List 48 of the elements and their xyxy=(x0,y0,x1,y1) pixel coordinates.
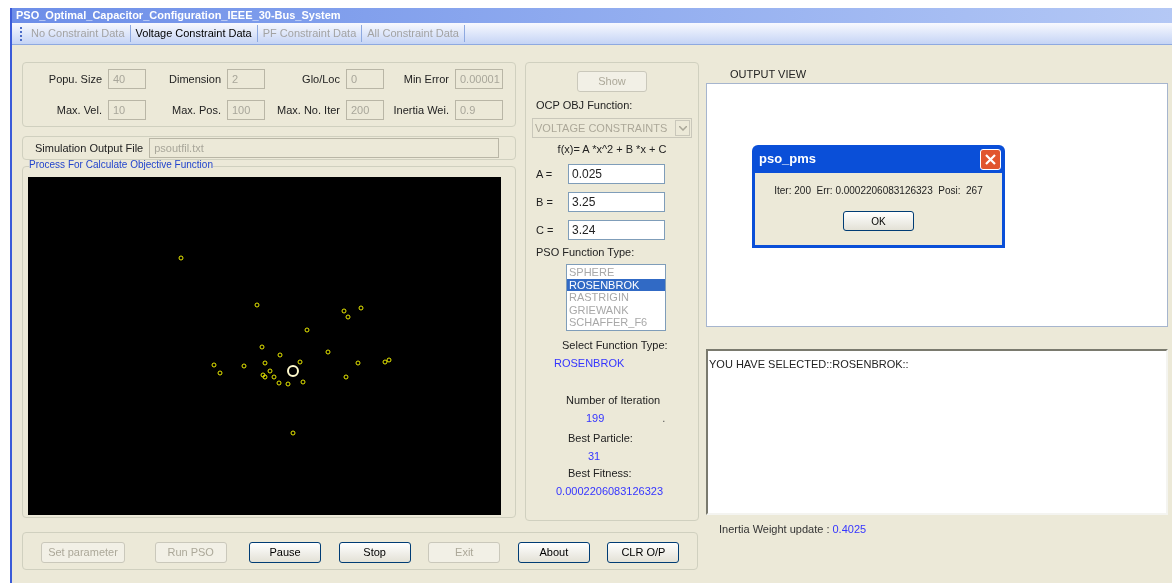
value-text: 199 xyxy=(586,411,605,425)
field-label: A = xyxy=(536,167,554,181)
action-button[interactable]: Stop xyxy=(338,541,411,563)
action-button[interactable]: Pause xyxy=(249,541,322,563)
action-button[interactable]: About xyxy=(517,541,590,563)
field-label: OCP OBJ Function: xyxy=(536,99,633,112)
field-label: PSO Function Type: xyxy=(536,246,635,259)
field-label: Popu. Size xyxy=(48,72,102,87)
action-button[interactable]: CLR O/P xyxy=(607,541,680,563)
value-text: 0.0002206083126323 xyxy=(556,484,664,498)
list-item[interactable]: SCHAFFER_F6 xyxy=(567,316,665,329)
dialog-message: Iter: 200 Err: 0.0002206083126323 Posi: 267 xyxy=(774,184,983,198)
text-field[interactable]: 3.25 xyxy=(568,192,665,212)
field-label: Max. Vel. xyxy=(56,102,102,118)
list-item[interactable]: ROSENBROK xyxy=(567,278,665,291)
field-label: Best Particle: xyxy=(568,431,633,445)
dialog-title: pso_pms xyxy=(759,150,817,169)
field-label: Number of Iteration xyxy=(566,393,661,407)
log-text: YOU HAVE SELECTED::ROSENBROK:: xyxy=(709,358,909,370)
field-label: Min Error xyxy=(403,72,449,87)
list-item[interactable]: GRIEWANK xyxy=(567,303,665,316)
list-item[interactable]: RASTRIGIN xyxy=(567,291,665,304)
text-field[interactable]: 3.24 xyxy=(568,220,665,240)
field-label: B = xyxy=(536,195,554,209)
field-label: Dimension xyxy=(169,72,221,87)
field-label: Max. No. Iter xyxy=(277,102,340,118)
toolbar-tab[interactable]: Voltage Constraint Data xyxy=(130,25,258,42)
formula-text: f(x)= A *x^2 + B *x + C xyxy=(557,143,667,156)
section-title: OUTPUT VIEW xyxy=(730,69,808,80)
field-label: Best Fitness: xyxy=(568,466,632,480)
list-item[interactable]: SPHERE xyxy=(567,266,665,279)
field-label: Inertia Wei. xyxy=(393,102,449,118)
group-title: Process For Calculate Objective Function xyxy=(29,160,213,170)
window-title: PSO_Optimal_Capacitor_Configuration_IEEE_30-Bus_System xyxy=(16,10,341,21)
text-field[interactable]: 0.025 xyxy=(568,164,665,184)
ok-button[interactable]: OK xyxy=(843,211,914,231)
field-label: Glo/Loc xyxy=(302,72,340,87)
field-label: Inertia Weight update : xyxy=(719,522,830,537)
field-label: C = xyxy=(536,223,555,237)
field-label: Max. Pos. xyxy=(172,102,221,118)
dropdown-caret-icon xyxy=(675,120,690,136)
value-text: 31 xyxy=(588,449,601,463)
field-label: Select Function Type: xyxy=(562,338,668,352)
value-text: 0.4025 xyxy=(832,522,867,537)
field-label: Simulation Output File xyxy=(35,140,144,156)
value-text: ROSENBROK xyxy=(554,356,625,370)
close-icon[interactable] xyxy=(980,148,1001,170)
value-text: . xyxy=(662,411,666,425)
